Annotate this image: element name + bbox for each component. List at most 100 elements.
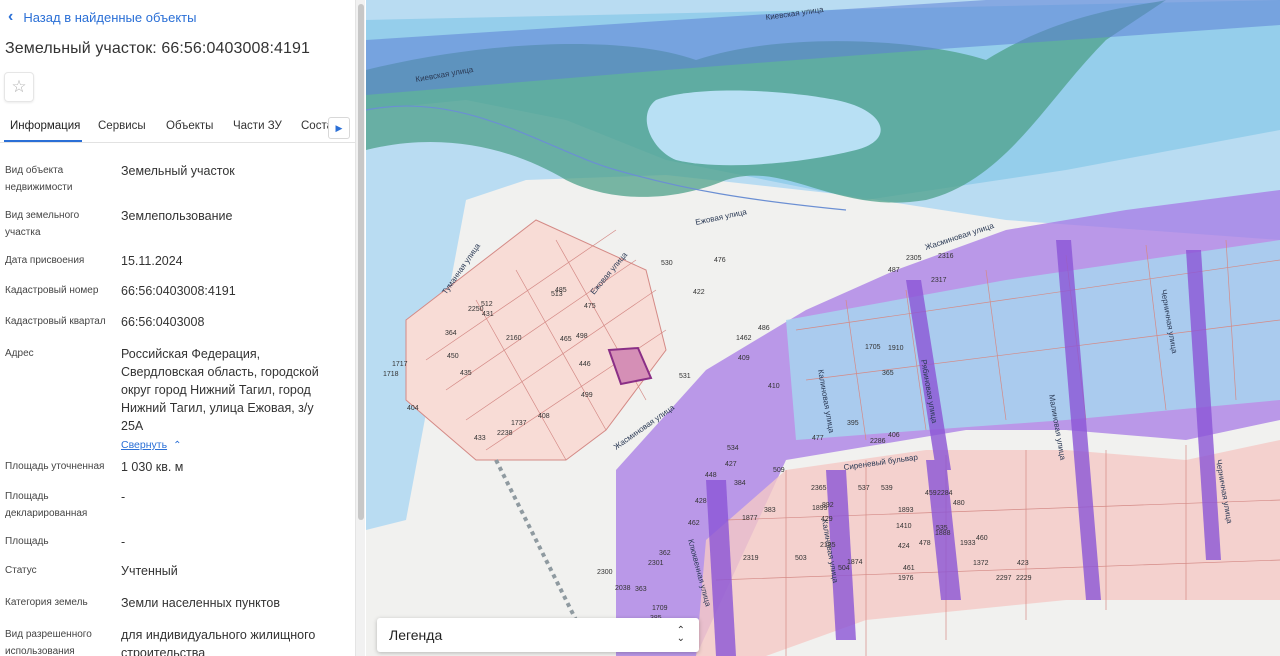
field-value: Земельный участок (121, 164, 235, 178)
parcel-number-label: 2319 (743, 555, 759, 562)
parcel-number-label: 2317 (931, 277, 947, 284)
parcel-number-label: 1372 (973, 560, 989, 567)
parcel-number-label: 448 (705, 472, 717, 479)
chevron-left-icon: ‹ (8, 8, 14, 25)
field-label: Кадастровый номер (5, 285, 99, 296)
field-value: Земли населенных пунктов (121, 596, 280, 610)
field-value: 66:56:0403008 (121, 315, 205, 329)
tabs-scroll-right-button[interactable]: ▶ (328, 117, 350, 139)
parcel-number-label: 534 (727, 445, 739, 452)
parcel-number-label: 363 (635, 586, 647, 593)
active-tab-indicator (4, 140, 82, 142)
cadastral-map[interactable]: Киевская улица Киевская улица Ежовая ули… (366, 0, 1280, 656)
parcel-number-label: 1462 (736, 335, 752, 342)
parcel-number-label: 509 (773, 467, 785, 474)
parcel-number-label: 2316 (938, 253, 954, 260)
parcel-number-label: 422 (693, 289, 705, 296)
field-value: Российская Федерация, Свердловская облас… (121, 345, 336, 455)
back-label: Назад в найденные объекты (23, 9, 197, 25)
parcel-number-label: 2284 (937, 490, 953, 497)
parcel-number-label: 1976 (898, 575, 914, 582)
parcel-number-label: 460 (976, 535, 988, 542)
parcel-number-label: 1705 (865, 344, 881, 351)
parcel-number-label: 410 (768, 383, 780, 390)
parcel-number-label: 2238 (497, 430, 513, 437)
parcel-number-label: 1737 (511, 420, 527, 427)
parcel-number-label: 1893 (898, 507, 914, 514)
back-to-results-link[interactable]: ‹ Назад в найденные объекты (8, 9, 196, 25)
parcel-number-label: 2365 (811, 485, 827, 492)
parcel-number-label: 1717 (392, 361, 408, 368)
map-canvas[interactable]: Киевская улица Киевская улица Ежовая ули… (366, 0, 1280, 656)
tab-parts[interactable]: Части ЗУ (233, 120, 282, 132)
parcel-number-label: 504 (838, 565, 850, 572)
parcel-number-label: 2185 (820, 542, 836, 549)
parcel-number-label: 499 (581, 392, 593, 399)
parcel-number-label: 428 (695, 498, 707, 505)
field-label: Площадь (5, 536, 49, 547)
field-value: 66:56:0403008:4191 (121, 284, 236, 298)
parcel-number-label: 404 (407, 405, 419, 412)
field-value: - (121, 490, 126, 504)
parcel-number-label: 1910 (888, 345, 904, 352)
field-label: Площадь уточненная (5, 461, 105, 472)
field-value: 15.11.2024 (121, 254, 183, 268)
field-value: Землепользование (121, 209, 233, 223)
parcel-number-label: 465 (560, 336, 572, 343)
parcel-number-label: 2038 (615, 585, 631, 592)
object-title: Земельный участок: 66:56:0403008:4191 (5, 40, 311, 57)
parcel-number-label: 1877 (742, 515, 758, 522)
field-value: для индивидуального жилищного строительс… (121, 628, 316, 656)
parcel-number-label: 395 (847, 420, 859, 427)
tab-objects[interactable]: Объекты (166, 120, 213, 132)
parcel-number-label: 1933 (960, 540, 976, 547)
legend-label: Легенда (389, 627, 443, 643)
field-label: Площадь декларированная (5, 491, 88, 519)
scrollbar-thumb[interactable] (358, 4, 364, 520)
field-label: Дата присвоения (5, 255, 85, 266)
address-text: Российская Федерация, Свердловская облас… (121, 347, 319, 433)
field-label: Кадастровый квартал (5, 316, 106, 327)
parcel-number-label: 2160 (506, 335, 522, 342)
collapse-address-link[interactable]: Свернуть ⌃ (121, 439, 181, 451)
parcel-number-label: 461 (903, 565, 915, 572)
panel-scrollbar[interactable] (355, 0, 365, 656)
parcel-number-label: 2229 (1016, 575, 1032, 582)
parcel-number-label: 539 (881, 485, 893, 492)
tab-services[interactable]: Сервисы (98, 120, 146, 132)
parcel-number-label: 1410 (896, 523, 912, 530)
parcel-number-label: 364 (445, 330, 457, 337)
parcel-number-label: 2286 (870, 438, 886, 445)
parcel-number-label: 365 (882, 370, 894, 377)
parcel-number-label: 435 (460, 370, 472, 377)
collapse-label: Свернуть (121, 439, 168, 451)
parcel-number-label: 384 (734, 480, 746, 487)
parcel-number-label: 406 (888, 432, 900, 439)
parcel-number-label: 478 (919, 540, 931, 547)
parcel-number-label: 2305 (906, 255, 922, 262)
parcel-number-label: 498 (576, 333, 588, 340)
parcel-number-label: 475 (584, 303, 596, 310)
parcel-number-label: 513 (551, 291, 563, 298)
parcel-number-label: 1899 (812, 505, 828, 512)
expand-collapse-icon: ⌃ ⌄ (676, 625, 685, 644)
field-value: 1 030 кв. м (121, 460, 184, 474)
tabs-bar: Информация Сервисы Объекты Части ЗУ Сост… (0, 113, 356, 143)
parcel-number-label: 2300 (597, 569, 613, 576)
parcel-number-label: 431 (482, 311, 494, 318)
parcel-number-label: 459 (925, 490, 937, 497)
parcel-number-label: 2297 (996, 575, 1012, 582)
field-value: Учтенный (121, 564, 178, 578)
parcel-number-label: 487 (888, 267, 900, 274)
caret-right-icon: ▶ (335, 122, 343, 133)
tab-information[interactable]: Информация (10, 120, 80, 132)
favorite-star-button[interactable]: ☆ (4, 72, 34, 102)
parcel-number-label: 427 (725, 461, 737, 468)
parcel-number-label: 476 (714, 257, 726, 264)
parcel-number-label: 408 (538, 413, 550, 420)
parcel-number-label: 409 (738, 355, 750, 362)
parcel-number-label: 480 (953, 500, 965, 507)
legend-toggle[interactable]: Легенда ⌃ ⌄ (377, 618, 699, 652)
field-label: Статус (5, 565, 37, 576)
parcel-number-label: 537 (858, 485, 870, 492)
